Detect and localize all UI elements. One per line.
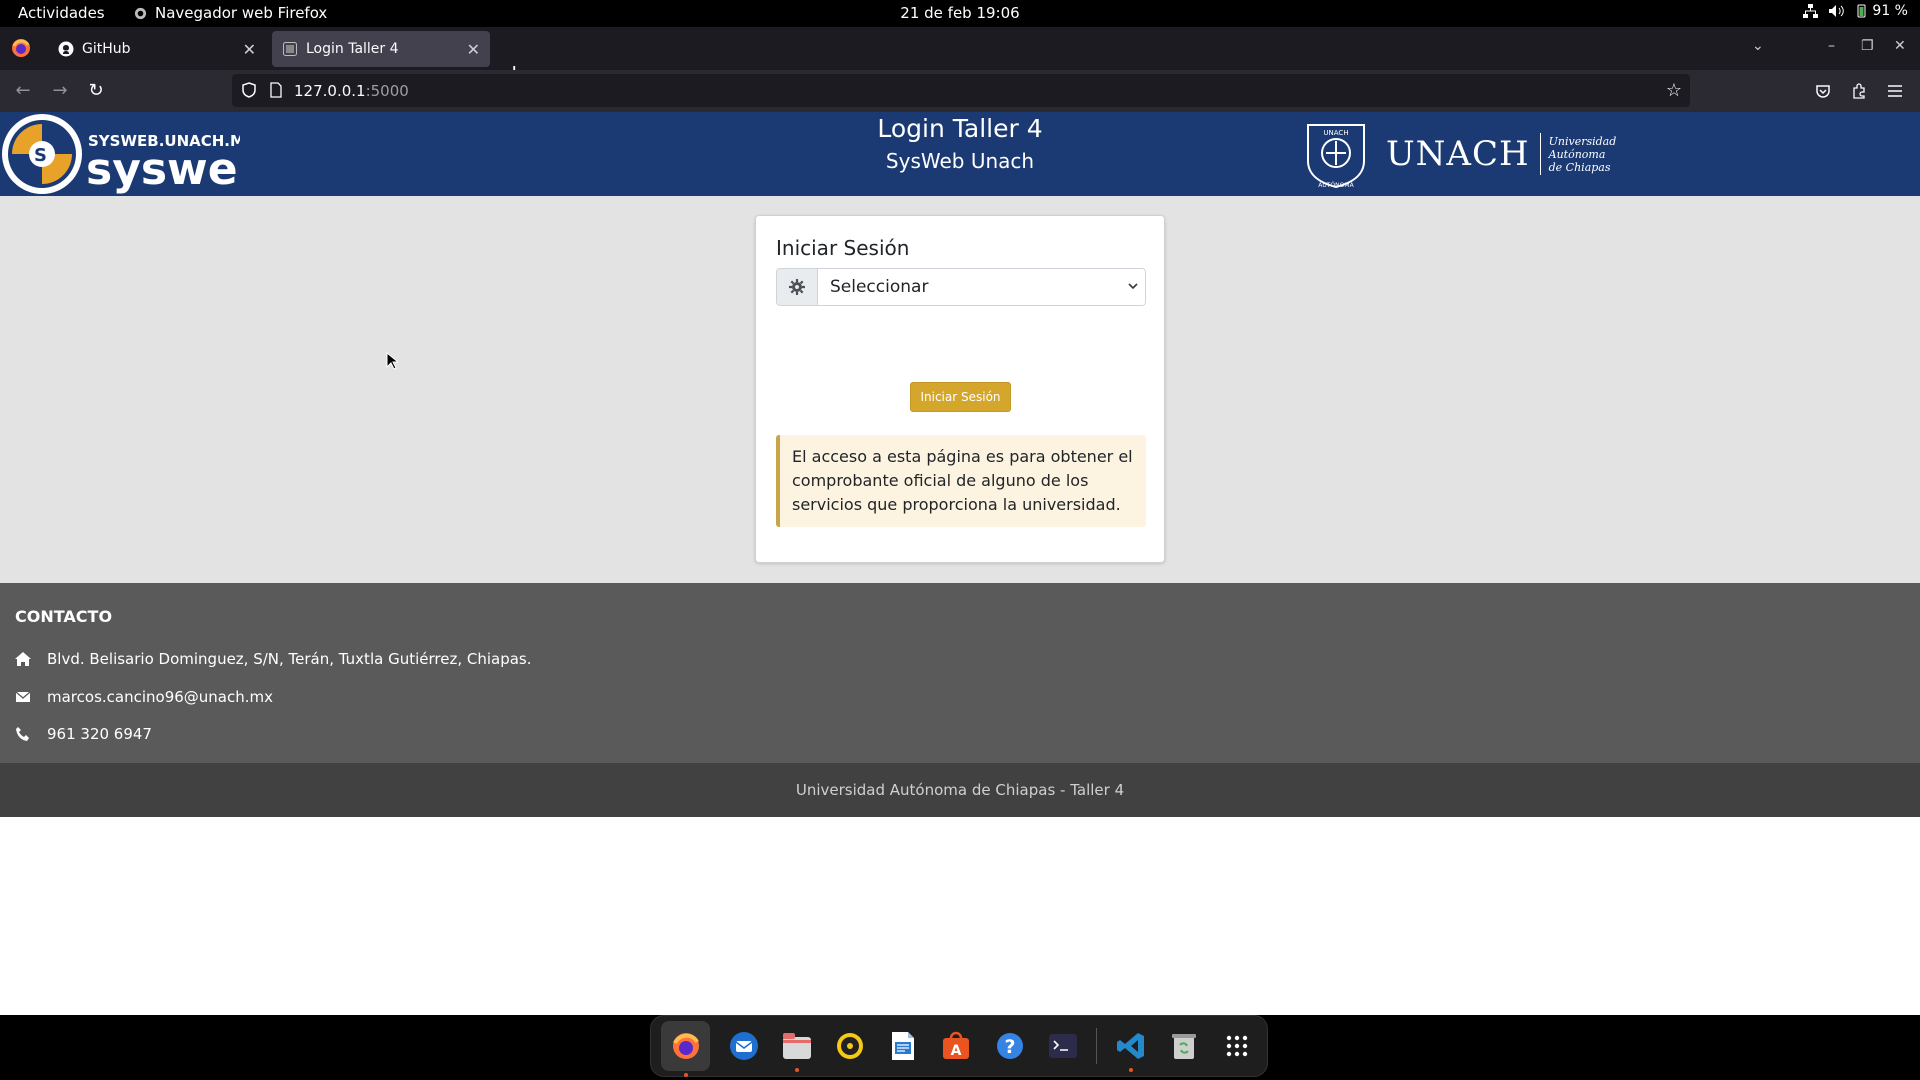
system-tray[interactable]: 91 % xyxy=(1803,3,1908,19)
unach-sub-1: Universidad xyxy=(1548,134,1617,148)
app-name-label: Navegador web Firefox xyxy=(155,4,328,22)
rhythmbox-icon[interactable] xyxy=(830,1026,869,1066)
header-title-block: Login Taller 4 SysWeb Unach xyxy=(760,112,1160,173)
battery-icon xyxy=(1857,4,1866,18)
bookmark-star-icon[interactable]: ☆ xyxy=(1666,80,1682,101)
pocket-icon[interactable] xyxy=(1815,83,1831,99)
reload-icon[interactable]: ↻ xyxy=(86,81,106,101)
email-text: marcos.cancino96@unach.mx xyxy=(47,688,273,706)
running-indicator xyxy=(683,1073,688,1077)
running-indicator xyxy=(794,1068,799,1072)
logo-text-main: sysweb xyxy=(86,144,240,195)
clock[interactable]: 21 de feb 19:06 xyxy=(900,4,1019,22)
unach-wordmark: UNACH xyxy=(1386,134,1530,174)
tab-login-taller-4[interactable]: Login Taller 4 ✕ xyxy=(272,31,490,67)
tab-github[interactable]: GitHub ✕ xyxy=(48,31,266,67)
terminal-icon[interactable] xyxy=(1043,1026,1082,1066)
url-text[interactable]: 127.0.0.1:5000 xyxy=(294,82,409,100)
github-icon xyxy=(58,41,74,57)
unach-subtitle: Universidad Autónoma de Chiapas xyxy=(1549,135,1617,174)
phone-icon xyxy=(15,726,31,742)
seal-top-text: UNACH xyxy=(1323,129,1348,137)
firefox-small-icon xyxy=(134,7,147,19)
tracking-protection-icon[interactable] xyxy=(242,82,256,98)
mouse-cursor-icon xyxy=(386,352,398,370)
extensions-icon[interactable] xyxy=(1851,83,1867,99)
url-host: 127.0.0.1 xyxy=(294,82,366,100)
login-card: Iniciar Sesión Seleccionar Iniciar Sesió… xyxy=(755,215,1165,563)
page-subtitle: SysWeb Unach xyxy=(885,149,1035,173)
copyright-bar: Universidad Autónoma de Chiapas - Taller… xyxy=(0,763,1920,817)
hamburger-menu-icon[interactable] xyxy=(1887,84,1903,98)
app-center-icon[interactable]: A xyxy=(937,1026,976,1066)
network-icon xyxy=(1803,4,1819,18)
login-button[interactable]: Iniciar Sesión xyxy=(910,382,1011,412)
close-tab-icon[interactable]: ✕ xyxy=(243,40,256,59)
chevron-down-icon xyxy=(1128,283,1138,290)
home-icon xyxy=(15,651,31,667)
unach-sub-3: de Chiapas xyxy=(1548,160,1611,174)
main-content: Iniciar Sesión Seleccionar Iniciar Sesió… xyxy=(0,196,1920,583)
sysweb-logo[interactable]: S SYSWEB.UNACH.MX sysweb xyxy=(0,112,240,196)
navigation-toolbar: ← → ↻ 127.0.0.1:5000 ☆ xyxy=(0,70,1920,112)
envelope-icon xyxy=(15,689,31,705)
system-top-bar: Actividades Navegador web Firefox 21 de … xyxy=(0,0,1920,27)
close-window-icon[interactable]: ✕ xyxy=(1894,38,1906,54)
seal-bottom-text: AUTÓNOMA xyxy=(1318,182,1354,189)
unach-sub-2: Autónoma xyxy=(1548,147,1606,161)
svg-text:A: A xyxy=(951,1043,962,1059)
minimize-window-icon[interactable]: – xyxy=(1828,38,1835,54)
page-icon xyxy=(282,41,298,57)
svg-text:?: ? xyxy=(1004,1036,1015,1058)
page-info-icon[interactable] xyxy=(270,82,282,98)
thunderbird-icon[interactable] xyxy=(724,1026,763,1066)
running-indicator xyxy=(1129,1068,1133,1072)
app-grid-icon[interactable] xyxy=(1218,1026,1257,1066)
volume-icon xyxy=(1829,5,1845,17)
writer-icon[interactable] xyxy=(884,1026,923,1066)
contact-email: marcos.cancino96@unach.mx xyxy=(15,688,273,706)
brand-divider xyxy=(1539,133,1541,175)
close-tab-icon[interactable]: ✕ xyxy=(467,40,480,59)
tab-github-title: GitHub xyxy=(82,41,131,57)
phone-text: 961 320 6947 xyxy=(47,725,152,743)
site-footer: CONTACTO Blvd. Belisario Dominguez, S/N,… xyxy=(0,583,1920,763)
contact-address: Blvd. Belisario Dominguez, S/N, Terán, T… xyxy=(15,650,532,668)
contact-phone: 961 320 6947 xyxy=(15,725,152,743)
help-icon[interactable]: ? xyxy=(990,1026,1029,1066)
unach-seal-icon: UNACH AUTÓNOMA xyxy=(1307,124,1365,189)
dock: A ? xyxy=(650,1015,1268,1077)
activities-button[interactable]: Actividades xyxy=(18,4,105,22)
list-all-tabs-icon[interactable]: ⌄ xyxy=(1752,38,1764,54)
service-select-value: Seleccionar xyxy=(830,277,929,297)
tab-bar: GitHub ✕ Login Taller 4 ✕ + ⌄ – ❐ ✕ xyxy=(0,27,1920,86)
app-menu[interactable]: Navegador web Firefox xyxy=(134,4,327,22)
site-header: S SYSWEB.UNACH.MX sysweb Login Taller 4 … xyxy=(0,112,1920,196)
gear-icon xyxy=(777,269,818,305)
info-notice: El acceso a esta página es para obtener … xyxy=(776,435,1146,527)
tab-login-title: Login Taller 4 xyxy=(306,41,399,57)
url-port: :5000 xyxy=(365,82,409,100)
files-icon[interactable] xyxy=(777,1026,816,1072)
login-heading: Iniciar Sesión xyxy=(776,236,910,260)
battery-percent: 91 % xyxy=(1872,3,1908,19)
address-text: Blvd. Belisario Dominguez, S/N, Terán, T… xyxy=(47,650,532,668)
contact-heading: CONTACTO xyxy=(15,607,113,626)
restore-window-icon[interactable]: ❐ xyxy=(1861,38,1874,54)
service-select-group[interactable]: Seleccionar xyxy=(776,268,1146,306)
trash-icon[interactable] xyxy=(1165,1026,1204,1066)
firefox-view-icon[interactable] xyxy=(11,38,31,58)
dock-separator xyxy=(1096,1028,1098,1064)
firefox-icon[interactable] xyxy=(661,1021,710,1077)
vscode-icon[interactable] xyxy=(1111,1026,1150,1072)
service-select[interactable]: Seleccionar xyxy=(818,269,1145,305)
back-icon[interactable]: ← xyxy=(13,81,33,101)
battery-indicator: 91 % xyxy=(1854,3,1908,19)
web-page: S SYSWEB.UNACH.MX sysweb Login Taller 4 … xyxy=(0,112,1920,1015)
page-title: Login Taller 4 xyxy=(877,114,1043,143)
unach-logo: UNACH AUTÓNOMA UNACH Universidad Autónom… xyxy=(1300,116,1616,192)
forward-icon[interactable]: → xyxy=(50,81,70,101)
svg-text:S: S xyxy=(34,145,47,166)
url-bar[interactable]: 127.0.0.1:5000 ☆ xyxy=(232,74,1690,107)
